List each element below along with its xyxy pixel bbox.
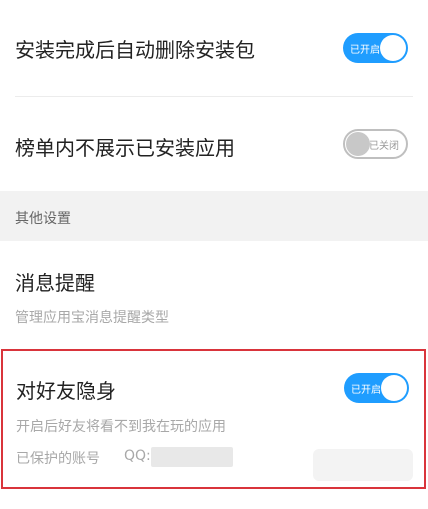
toggle-state-label: 已开启: [351, 384, 381, 396]
setting-subtitle-invisible: 开启后好友将看不到我在玩的应用: [16, 419, 226, 435]
section-header-label: 其他设置: [15, 211, 71, 227]
qq-label: QQ:: [124, 448, 151, 464]
toggle-state-label: 已开启: [350, 44, 380, 56]
setting-row-hide-installed[interactable]: 榜单内不展示已安装应用 已关闭: [0, 97, 428, 191]
hide-installed-toggle[interactable]: 已关闭: [343, 129, 408, 159]
setting-subtitle-message-reminder: 管理应用宝消息提醒类型: [15, 310, 169, 326]
toggle-knob: [346, 132, 370, 156]
protected-account-label: 已保护的账号: [16, 451, 100, 467]
setting-title-hide-installed: 榜单内不展示已安装应用: [15, 136, 235, 160]
auto-delete-toggle[interactable]: 已开启: [343, 33, 408, 63]
toggle-knob: [380, 35, 406, 61]
setting-row-message-reminder[interactable]: 消息提醒 管理应用宝消息提醒类型: [0, 241, 428, 349]
section-header-other-settings: 其他设置: [0, 191, 428, 241]
setting-title-invisible: 对好友隐身: [16, 379, 116, 403]
toggle-state-label: 已关闭: [369, 140, 399, 152]
settings-page: 安装完成后自动删除安装包 已开启 榜单内不展示已安装应用 已关闭 其他设置 消息…: [0, 0, 428, 509]
setting-row-invisible-to-friends[interactable]: 对好友隐身 已开启 开启后好友将看不到我在玩的应用 已保护的账号 QQ:: [1, 349, 426, 489]
masked-qq-number: [151, 447, 233, 467]
setting-row-auto-delete[interactable]: 安装完成后自动删除安装包 已开启: [0, 0, 428, 96]
setting-title-message-reminder: 消息提醒: [15, 271, 95, 295]
masked-area: [313, 449, 413, 481]
invisible-to-friends-toggle[interactable]: 已开启: [344, 373, 409, 403]
bottom-strip: [0, 489, 428, 509]
setting-title-auto-delete: 安装完成后自动删除安装包: [15, 38, 255, 62]
toggle-knob: [381, 375, 407, 401]
